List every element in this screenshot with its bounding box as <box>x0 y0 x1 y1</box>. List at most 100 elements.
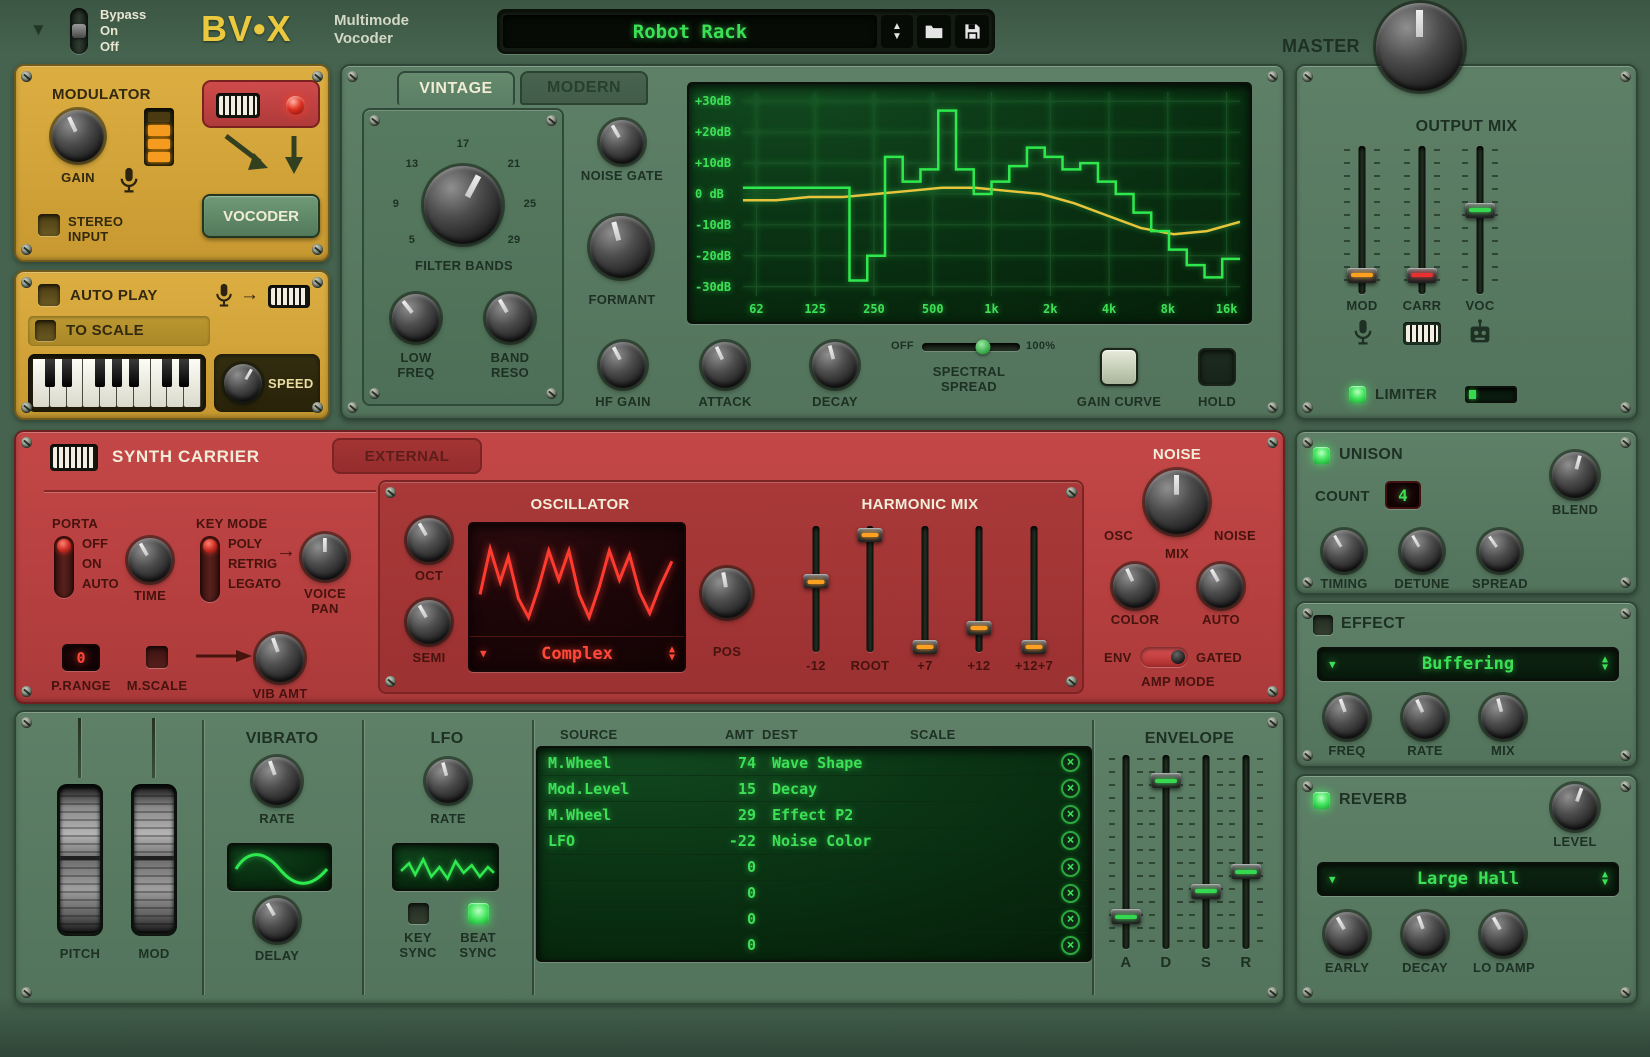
reverb-level-knob[interactable] <box>1552 784 1598 830</box>
auto-play-checkbox[interactable] <box>38 284 60 306</box>
piano-black-key[interactable] <box>45 359 55 387</box>
slider-handle[interactable] <box>975 340 990 355</box>
speed-knob[interactable] <box>224 364 262 402</box>
reverb-early-knob[interactable] <box>1325 912 1369 956</box>
piano-black-key[interactable] <box>62 359 72 387</box>
mod-level-slider[interactable] <box>1344 146 1380 294</box>
timing-knob[interactable] <box>1323 530 1365 572</box>
vibrato-delay-knob[interactable] <box>255 898 299 942</box>
spectral-spread-slider[interactable] <box>922 339 1020 355</box>
porta-switch[interactable] <box>54 536 74 598</box>
reverb-led[interactable] <box>1313 792 1330 809</box>
vib-amt-knob[interactable] <box>256 634 304 682</box>
matrix-row-delete-button[interactable]: × <box>1061 936 1080 955</box>
voice-pan-knob[interactable] <box>302 534 348 580</box>
band-reso-knob[interactable] <box>486 294 534 342</box>
effect-type-dropdown[interactable]: ▼ Buffering ▲▼ <box>1317 647 1619 681</box>
matrix-row-delete-button[interactable]: × <box>1061 884 1080 903</box>
blend-knob[interactable] <box>1552 452 1598 498</box>
osc-noise-mix-knob[interactable] <box>1145 470 1209 534</box>
stereo-input-checkbox[interactable] <box>38 214 60 236</box>
matrix-row-delete-button[interactable]: × <box>1061 831 1080 850</box>
modulator-gain-knob[interactable] <box>52 110 104 162</box>
effect-enable-checkbox[interactable] <box>1313 615 1333 635</box>
harmonic-slider-4[interactable] <box>962 526 996 652</box>
matrix-row-delete-button[interactable]: × <box>1061 805 1080 824</box>
bypass-option-bypass[interactable]: Bypass <box>100 7 146 23</box>
noise-gate-knob[interactable] <box>600 120 644 164</box>
wave-select-dropdown[interactable]: ▼ Complex ▲▼ <box>470 636 684 670</box>
matrix-row-delete-button[interactable]: × <box>1061 858 1080 877</box>
count-display[interactable]: 4 <box>1385 481 1421 509</box>
piano-black-key[interactable] <box>129 359 139 387</box>
noise-auto-knob[interactable] <box>1199 564 1243 608</box>
m-scale-checkbox[interactable] <box>146 646 168 668</box>
tab-external[interactable]: EXTERNAL <box>332 438 482 474</box>
porta-option-auto[interactable]: AUTO <box>82 574 119 594</box>
bypass-option-off[interactable]: Off <box>100 39 146 55</box>
oct-knob[interactable] <box>407 518 451 562</box>
harmonic-slider-1[interactable] <box>799 526 833 652</box>
slider-handle[interactable] <box>1347 268 1377 283</box>
slider-handle[interactable] <box>1022 640 1047 654</box>
amp-mode-toggle[interactable] <box>1140 647 1188 667</box>
piano-black-key[interactable] <box>95 359 105 387</box>
piano-black-key[interactable] <box>179 359 189 387</box>
envelope-a-slider[interactable] <box>1109 755 1143 949</box>
slider-handle[interactable] <box>967 621 992 635</box>
matrix-row-delete-button[interactable]: × <box>1061 910 1080 929</box>
voc-level-slider[interactable] <box>1462 146 1498 294</box>
low-freq-knob[interactable] <box>392 294 440 342</box>
slider-handle[interactable] <box>1111 909 1141 924</box>
slider-handle[interactable] <box>858 528 883 542</box>
piano-black-key[interactable] <box>112 359 122 387</box>
preset-folder-button[interactable] <box>917 15 951 48</box>
effect-mix-knob[interactable] <box>1481 695 1525 739</box>
envelope-s-slider[interactable] <box>1189 755 1223 949</box>
porta-option-on[interactable]: ON <box>82 554 119 574</box>
tab-modern[interactable]: MODERN <box>520 71 648 105</box>
pos-knob[interactable] <box>702 568 752 618</box>
formant-knob[interactable] <box>590 216 652 278</box>
tab-vintage[interactable]: VINTAGE <box>397 71 515 105</box>
envelope-r-slider[interactable] <box>1229 755 1263 949</box>
effect-freq-knob[interactable] <box>1325 695 1369 739</box>
key-mode-option-legato[interactable]: LEGATO <box>228 574 281 594</box>
slider-handle[interactable] <box>1231 864 1261 879</box>
carr-level-slider[interactable] <box>1404 146 1440 294</box>
reverb-decay-knob[interactable] <box>1403 912 1447 956</box>
spread-knob[interactable] <box>1479 530 1521 572</box>
slider-handle[interactable] <box>1407 268 1437 283</box>
key-mode-option-poly[interactable]: POLY <box>228 534 281 554</box>
harmonic-slider-5[interactable] <box>1017 526 1051 652</box>
preset-save-button[interactable] <box>955 15 989 48</box>
hf-gain-knob[interactable] <box>600 342 646 388</box>
slider-handle[interactable] <box>913 640 938 654</box>
reverb-type-dropdown[interactable]: ▼ Large Hall ▲▼ <box>1317 862 1619 896</box>
matrix-row-delete-button[interactable]: × <box>1061 753 1080 772</box>
lfo-rate-knob[interactable] <box>426 759 470 803</box>
attack-knob[interactable] <box>702 342 748 388</box>
preset-display[interactable]: Robot Rack <box>503 15 877 48</box>
gain-curve-button[interactable] <box>1100 348 1138 386</box>
vibrato-rate-knob[interactable] <box>253 757 301 805</box>
vocoder-button[interactable]: VOCODER <box>202 194 320 238</box>
harmonic-slider-3[interactable] <box>908 526 942 652</box>
effect-rate-knob[interactable] <box>1403 695 1447 739</box>
unison-led[interactable] <box>1313 447 1330 464</box>
key-mode-option-retrig[interactable]: RETRIG <box>228 554 281 574</box>
slider-handle[interactable] <box>804 574 829 588</box>
piano-black-key[interactable] <box>162 359 172 387</box>
bypass-option-on[interactable]: On <box>100 23 146 39</box>
hold-button[interactable] <box>1198 348 1236 386</box>
porta-option-off[interactable]: OFF <box>82 534 119 554</box>
master-knob[interactable] <box>1376 3 1464 91</box>
slider-handle[interactable] <box>1191 884 1221 899</box>
matrix-row-delete-button[interactable]: × <box>1061 779 1080 798</box>
semi-knob[interactable] <box>407 600 451 644</box>
pitch-wheel[interactable] <box>60 787 100 933</box>
detune-knob[interactable] <box>1401 530 1443 572</box>
slider-handle[interactable] <box>1465 203 1495 218</box>
to-scale-checkbox[interactable] <box>35 320 56 341</box>
bypass-switch[interactable] <box>70 8 88 54</box>
